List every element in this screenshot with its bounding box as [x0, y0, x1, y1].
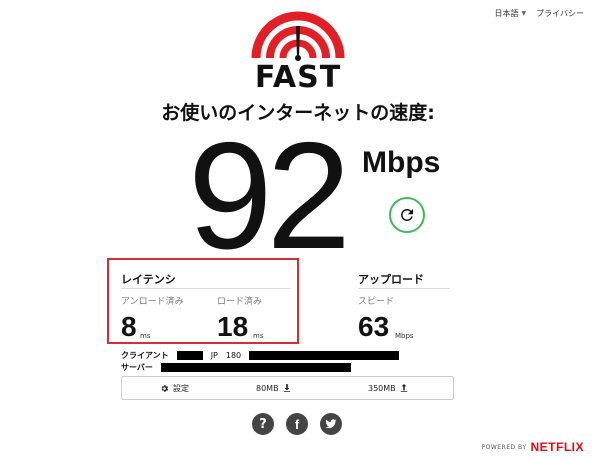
- chevron-down-icon: ▼: [521, 10, 527, 17]
- powered-by-label: POWERED BY: [481, 443, 527, 451]
- netflix-logo: NETFLIX: [530, 440, 584, 454]
- question-icon: ?: [259, 416, 267, 432]
- upload-speed-unit: Mbps: [395, 332, 414, 340]
- unloaded-latency-unit: ms: [140, 332, 151, 340]
- server-info: サーバー: [121, 362, 351, 373]
- logo-text: FAST: [254, 60, 342, 95]
- upload-icon: [400, 384, 407, 392]
- download-size: 80MB: [256, 384, 291, 393]
- download-size-value: 80MB: [256, 383, 279, 393]
- upload-speed-value: 63: [358, 311, 390, 342]
- redacted-block: [176, 351, 203, 360]
- gear-icon: [161, 384, 169, 392]
- speedometer-icon: [251, 11, 345, 61]
- twitter-button[interactable]: [320, 413, 342, 435]
- privacy-link[interactable]: プライバシー: [536, 8, 584, 19]
- unloaded-label: アンロード済み: [121, 297, 184, 307]
- redacted-block: [160, 363, 351, 372]
- settings-button[interactable]: 設定: [160, 383, 189, 394]
- upload-divider: [358, 288, 450, 289]
- redacted-block: [249, 351, 400, 360]
- client-label: クライアント: [121, 351, 169, 360]
- speed-unit: Mbps: [362, 146, 441, 179]
- unloaded-latency-value: 8: [121, 311, 137, 342]
- language-selector[interactable]: 日本語 ▼: [495, 8, 527, 19]
- twitter-icon: [325, 419, 337, 429]
- loaded-label: ロード済み: [217, 297, 263, 307]
- client-ip-partial: 180: [225, 351, 242, 360]
- loaded-latency-unit: ms: [253, 332, 264, 340]
- facebook-button[interactable]: f: [286, 413, 308, 435]
- fast-logo[interactable]: FAST: [248, 8, 348, 95]
- latency-title: レイテンシ: [121, 273, 176, 286]
- server-label: サーバー: [121, 363, 153, 372]
- refresh-icon: [401, 209, 413, 221]
- settings-label: 設定: [173, 383, 189, 393]
- download-icon: [283, 384, 290, 392]
- top-nav: 日本語 ▼ プライバシー: [495, 8, 584, 19]
- powered-by-netflix[interactable]: POWERED BY NETFLIX: [481, 440, 584, 454]
- facebook-icon: f: [294, 416, 300, 432]
- upload-size: 350MB: [368, 384, 408, 393]
- latency-divider: [121, 288, 291, 289]
- language-label: 日本語: [494, 9, 519, 18]
- upload-size-value: 350MB: [368, 383, 396, 393]
- client-info: クライアント JP 180: [121, 350, 400, 361]
- upload-title: アップロード: [358, 273, 424, 286]
- client-country: JP: [210, 351, 218, 360]
- loaded-latency-value: 18: [217, 311, 249, 342]
- settings-bar: 設定 80MB 350MB: [121, 376, 454, 400]
- upload-speed-label: スピード: [358, 297, 395, 307]
- reload-button[interactable]: [389, 197, 425, 233]
- help-button[interactable]: ?: [252, 413, 274, 435]
- speed-value: 92: [188, 111, 351, 281]
